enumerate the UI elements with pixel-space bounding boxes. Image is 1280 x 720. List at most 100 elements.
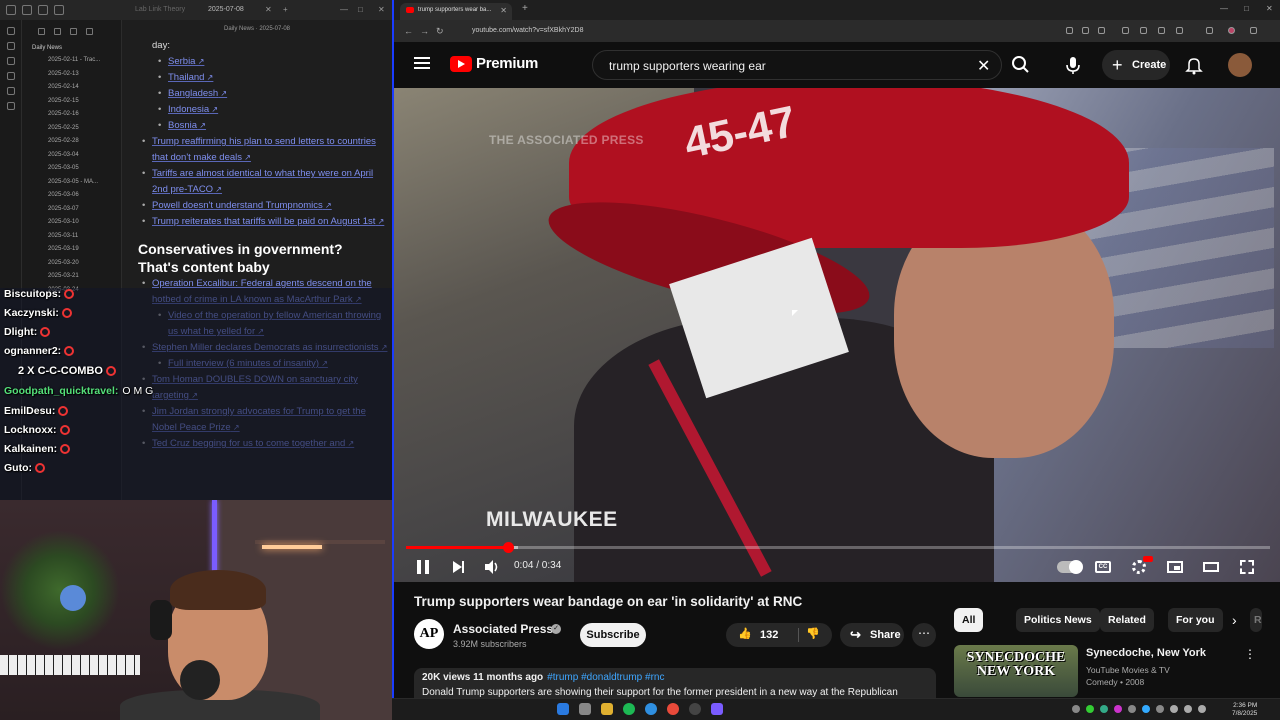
sidebar-file-item[interactable]: 2025-03-05	[22, 162, 121, 176]
extension-icon[interactable]	[1140, 27, 1147, 34]
tray-icon[interactable]	[1100, 705, 1108, 713]
close-tab-icon[interactable]: ✕	[500, 6, 507, 15]
country-link[interactable]: Indonesia	[168, 104, 218, 115]
theater-mode-button[interactable]	[1200, 556, 1222, 578]
maximize-icon[interactable]: □	[1244, 4, 1249, 13]
clear-search-icon[interactable]: ✕	[977, 56, 990, 76]
tray-icon[interactable]	[1114, 705, 1122, 713]
tray-icon[interactable]	[1142, 705, 1150, 713]
captions-button[interactable]: CC	[1092, 556, 1114, 578]
close-window-icon[interactable]: ✕	[378, 5, 385, 14]
filter-chip[interactable]: All	[954, 608, 984, 632]
close-tab-icon[interactable]: ✕	[265, 5, 272, 14]
filter-chip[interactable]: Politics News	[1016, 608, 1100, 632]
notes-tab-active[interactable]: 2025-07-08	[208, 6, 244, 13]
sidebar-icon[interactable]	[1206, 27, 1213, 34]
folder-daily-news[interactable]: Daily News	[22, 42, 121, 54]
edge-icon[interactable]	[645, 703, 657, 715]
search-button[interactable]	[1006, 50, 1036, 80]
sidebar-file-item[interactable]: 2025-03-10	[22, 216, 121, 230]
extensions-puzzle-icon[interactable]	[1176, 27, 1183, 34]
sidebar-file-item[interactable]: 2025-02-13	[22, 68, 121, 82]
wifi-icon[interactable]	[1170, 705, 1178, 713]
more-vert-icon[interactable]: ⋮	[1244, 647, 1256, 661]
search-icon[interactable]	[38, 5, 48, 15]
sidebar-file-item[interactable]: 2025-02-25	[22, 122, 121, 136]
next-button[interactable]	[446, 556, 468, 578]
settings-button[interactable]	[1128, 556, 1153, 578]
ribbon-canvas-icon[interactable]	[6, 72, 15, 80]
share-button[interactable]: ↪ Share	[840, 623, 904, 647]
menu-dots-icon[interactable]	[1250, 27, 1257, 34]
channel-name[interactable]: Associated Press	[453, 622, 553, 636]
sidebar-file-item[interactable]: 2025-03-11	[22, 230, 121, 244]
notifications-button[interactable]	[1184, 55, 1204, 75]
sidebar-file-item[interactable]: 2025-02-11 - Trac...	[22, 54, 121, 68]
browser-tab-youtube[interactable]: trump supporters wear ba... ✕	[400, 3, 512, 20]
folder-icon[interactable]	[22, 5, 32, 15]
search-box[interactable]: trump supporters wearing ear ✕	[592, 50, 1002, 80]
tray-icon[interactable]	[1086, 705, 1094, 713]
fullscreen-button[interactable]	[1236, 556, 1258, 578]
forward-icon[interactable]: →	[420, 26, 429, 36]
recommended-thumbnail[interactable]: SYNECDOCHE NEW YORK	[954, 645, 1078, 697]
tray-icon[interactable]	[1072, 705, 1080, 713]
filter-chip[interactable]: R	[1250, 608, 1262, 632]
channel-avatar[interactable]: AP	[414, 619, 444, 649]
news-link[interactable]: Trump reaffirming his plan to send lette…	[152, 136, 376, 163]
country-link[interactable]: Bangladesh	[168, 88, 227, 99]
voice-search-button[interactable]	[1058, 50, 1088, 80]
bookmark-star-icon[interactable]	[1098, 27, 1105, 34]
ribbon-calendar-icon[interactable]	[6, 57, 15, 65]
sidebar-file-item[interactable]: 2025-03-21	[22, 270, 121, 284]
back-icon[interactable]: ←	[404, 26, 413, 36]
sidebar-file-item[interactable]: 2025-02-15	[22, 95, 121, 109]
country-link[interactable]: Thailand	[168, 72, 213, 83]
ribbon-terminal-icon[interactable]	[6, 102, 15, 110]
ribbon-graph-icon[interactable]	[6, 42, 15, 50]
chips-next-arrow-icon[interactable]: ›	[1232, 612, 1237, 628]
search-input[interactable]: trump supporters wearing ear	[609, 59, 766, 73]
volume-tray-icon[interactable]	[1184, 705, 1192, 713]
profile-icon[interactable]	[1228, 27, 1235, 34]
youtube-logo[interactable]: Premium	[450, 55, 538, 72]
ribbon-template-icon[interactable]	[6, 87, 15, 95]
new-tab-icon[interactable]: +	[283, 5, 288, 14]
hamburger-menu-icon[interactable]	[414, 57, 430, 69]
sidebar-file-item[interactable]: 2025-03-06	[22, 189, 121, 203]
subscribe-button[interactable]: Subscribe	[580, 623, 646, 647]
sidebar-file-item[interactable]: 2025-03-04	[22, 149, 121, 163]
close-window-icon[interactable]: ✕	[1266, 4, 1273, 13]
extension-icon[interactable]	[1122, 27, 1129, 34]
autoplay-toggle[interactable]	[1054, 556, 1084, 578]
country-link[interactable]: Bosnia	[168, 120, 206, 131]
video-player[interactable]: 45-47 THE ASSOCIATED PRESS MILWAUKEE 0:0…	[394, 88, 1280, 582]
maximize-icon[interactable]: □	[358, 5, 363, 14]
like-button[interactable]: 👍	[738, 627, 752, 640]
miniplayer-button[interactable]	[1164, 556, 1186, 578]
zoom-icon[interactable]	[1082, 27, 1089, 34]
hashtags[interactable]: #trump #donaldtrump #rnc	[547, 672, 664, 683]
filter-chip[interactable]: Related	[1100, 608, 1154, 632]
obs-icon[interactable]	[689, 703, 701, 715]
obsidian-icon[interactable]	[711, 703, 723, 715]
sidebar-file-item[interactable]: 2025-02-14	[22, 81, 121, 95]
recommended-title[interactable]: Synecdoche, New York	[1086, 647, 1206, 659]
bookmark-icon[interactable]	[54, 5, 64, 15]
minimize-icon[interactable]: —	[1220, 4, 1228, 13]
sort-icon[interactable]	[70, 27, 77, 35]
sidebar-file-item[interactable]: 2025-02-28	[22, 135, 121, 149]
address-bar[interactable]: youtube.com/watch?v=sfXBkhY2D8	[452, 24, 1052, 38]
minimize-icon[interactable]: —	[340, 5, 348, 14]
new-tab-icon[interactable]: +	[522, 3, 528, 14]
extension-icon[interactable]	[1158, 27, 1165, 34]
news-link[interactable]: Trump reiterates that tariffs will be pa…	[152, 216, 384, 227]
sidebar-file-item[interactable]: 2025-03-05 - MA...	[22, 176, 121, 190]
news-link[interactable]: Powell doesn't understand Trumpnomics	[152, 200, 332, 211]
start-menu-icon[interactable]	[557, 703, 569, 715]
progress-bar[interactable]	[406, 542, 1270, 553]
new-folder-icon[interactable]	[54, 27, 61, 35]
tray-icon[interactable]	[1128, 705, 1136, 713]
ribbon-send-icon[interactable]	[6, 27, 15, 35]
notes-tab-inactive[interactable]: Lab Link Theory	[135, 6, 185, 13]
